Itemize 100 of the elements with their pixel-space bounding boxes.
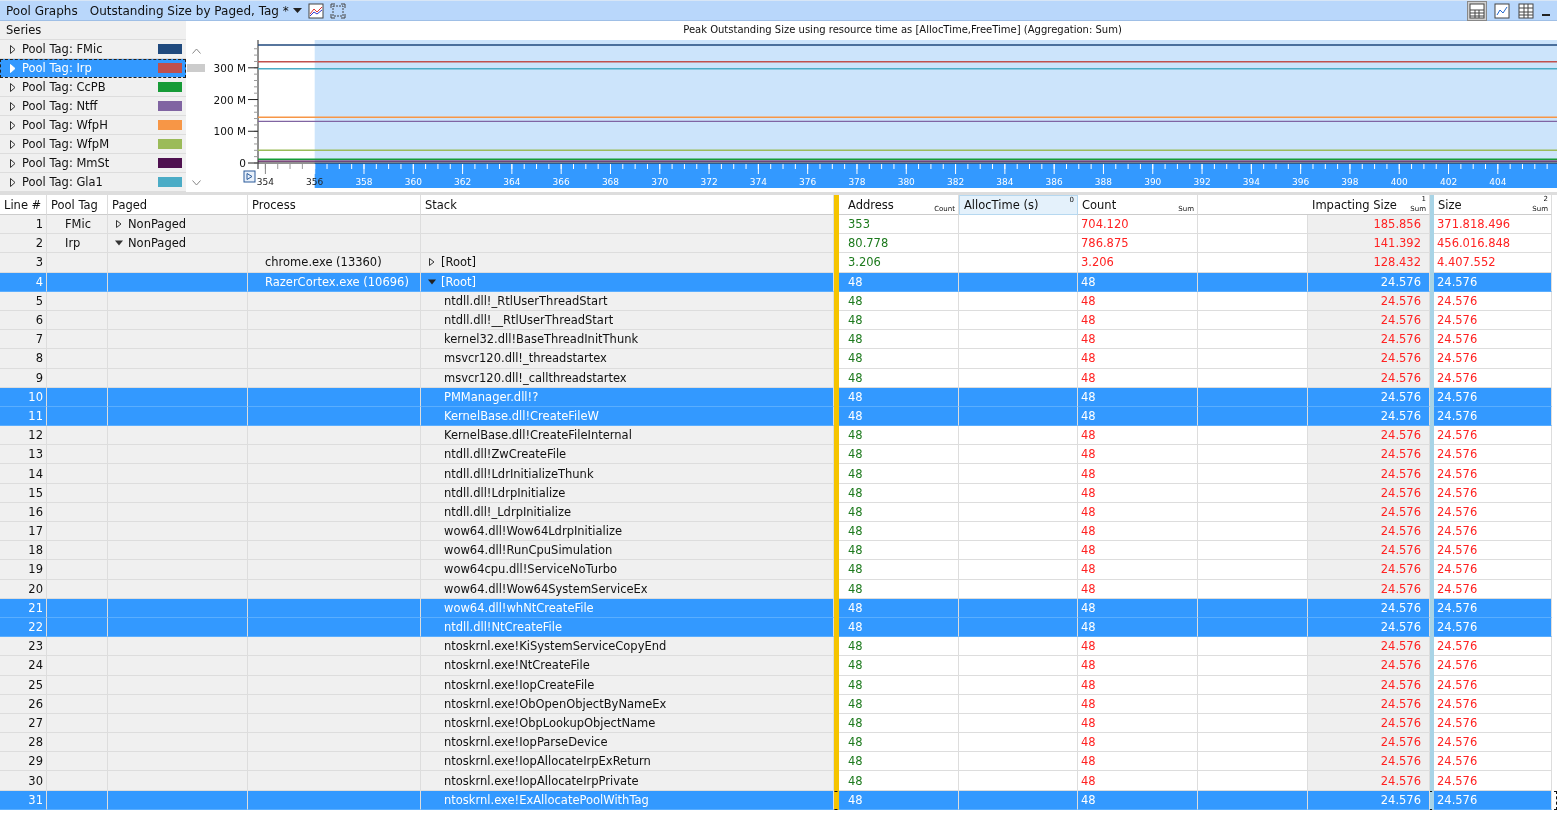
table-row[interactable]: 23 ntoskrnl.exe!KiSystemServiceCopyEnd 48 48 24.576 24.576: [0, 637, 1557, 657]
series-item[interactable]: Pool Tag: MmSt: [0, 154, 186, 173]
table-row[interactable]: 15 ntdll.dll!LdrpInitialize 48 48 24.576 24.576: [0, 483, 1557, 503]
table-row[interactable]: 9 msvcr120.dll!_callthreadstartex 48 48 24.576 24.576: [0, 368, 1557, 388]
table-cell: 48: [839, 330, 959, 350]
table-cell: 48: [1078, 579, 1198, 599]
table-row[interactable]: 27 ntoskrnl.exe!ObpLookupObjectName 48 48 24.576 24.576: [0, 713, 1557, 734]
table-cell: 48: [1078, 445, 1198, 465]
table-cell: 48: [839, 637, 959, 657]
series-item[interactable]: Pool Tag: CcPB: [0, 78, 186, 97]
table-cell: 24.576: [1434, 522, 1552, 542]
table-row[interactable]: 19 wow64cpu.dll!ServiceNoTurbo 48 48 24.576 24.576: [0, 560, 1557, 580]
x-tick-label: 382: [946, 177, 965, 187]
table-cell: 48: [839, 560, 959, 580]
graph-and-table-icon[interactable]: [1467, 0, 1487, 21]
table-row[interactable]: 8 msvcr120.dll!_threadstartex 48 48 24.576 24.576: [0, 349, 1557, 369]
table-row[interactable]: 6 ntdll.dll!__RtlUserThreadStart 48 48 24.576 24.576: [0, 310, 1557, 331]
table-cell: KernelBase.dll!CreateFileW: [421, 406, 834, 427]
scroll-down-icon[interactable]: [191, 180, 201, 186]
series-item[interactable]: Pool Tag: FMic: [0, 40, 186, 59]
y-tick-label: 300 M: [213, 61, 246, 74]
table-row[interactable]: 18 wow64.dll!RunCpuSimulation 48 48 24.576 24.576: [0, 541, 1557, 561]
x-tick-label: 370: [651, 177, 669, 187]
table-cell: [47, 253, 108, 273]
table-cell: 24.576: [1434, 272, 1552, 292]
table-cell: 24.576: [1434, 752, 1552, 772]
table-cell: 786.875: [1078, 234, 1198, 254]
table-cell: 24.576: [1308, 790, 1430, 810]
table-cell: 48: [839, 310, 959, 331]
table-cell: ntoskrnl.exe!ObpLookupObjectName: [421, 713, 834, 734]
table-cell: 24.576: [1308, 272, 1430, 292]
table-cell: 24.576: [1434, 541, 1552, 561]
graph-only-icon[interactable]: [1493, 1, 1511, 20]
series-item[interactable]: Pool Tag: WfpM: [0, 135, 186, 154]
table-row[interactable]: 1 FMic NonPaged 353 704.120 185.856 371.818.496: [0, 215, 1557, 235]
table-row[interactable]: 5 ntdll.dll!_RtlUserThreadStart 48 48 24.576 24.576: [0, 291, 1557, 311]
table-cell: 48: [839, 713, 959, 734]
table-cell: [47, 426, 108, 446]
scroll-thumb[interactable]: [187, 64, 205, 72]
expander-icon[interactable]: [115, 220, 123, 229]
table-cell: Irp: [47, 234, 108, 254]
table-cell: 3.206: [1078, 253, 1198, 273]
table-row[interactable]: 14 ntdll.dll!LdrInitializeThunk 48 48 24.576 24.576: [0, 464, 1557, 484]
table-cell: 48: [1078, 483, 1198, 503]
table-cell: 7: [0, 330, 47, 350]
table-row[interactable]: 7 kernel32.dll!BaseThreadInitThunk 48 48 24.576 24.576: [0, 330, 1557, 350]
table-row[interactable]: 12 KernelBase.dll!CreateFileInternal 48 48 24.576 24.576: [0, 426, 1557, 446]
series-item[interactable]: Pool Tag: WfpH: [0, 116, 186, 135]
table-row[interactable]: 16 ntdll.dll!_LdrpInitialize 48 48 24.576 24.576: [0, 502, 1557, 522]
table-cell: 48: [839, 522, 959, 542]
x-tick-label: 376: [799, 177, 817, 187]
series-item[interactable]: Pool Tag: Ntff: [0, 97, 186, 116]
table-cell: 48: [839, 733, 959, 753]
table-row[interactable]: 3 chrome.exe (13360) [Root] 3.206 3.206 128.432 4.407.552: [0, 253, 1557, 273]
table-cell: KernelBase.dll!CreateFileInternal: [421, 426, 834, 446]
table-row[interactable]: 28 ntoskrnl.exe!IopParseDevice 48 48 24.576 24.576: [0, 733, 1557, 753]
table-row[interactable]: 30 ntoskrnl.exe!IopAllocateIrpPrivate 48 48 24.576 24.576: [0, 771, 1557, 791]
expand-axis-icon[interactable]: [243, 170, 256, 183]
view-dropdown[interactable]: Outstanding Size by Paged, Tag *: [89, 3, 302, 18]
table-cell: 48: [839, 368, 959, 388]
table-row[interactable]: 20 wow64.dll!Wow64SystemServiceEx 48 48 24.576 24.576: [0, 579, 1557, 599]
expander-icon[interactable]: [428, 258, 436, 267]
x-tick-label: 362: [454, 177, 472, 187]
table-cell: 48: [1078, 272, 1198, 292]
table-cell: 24.576: [1308, 349, 1430, 369]
x-tick-label: 354: [256, 177, 274, 187]
table-cell: 24.576: [1308, 464, 1430, 484]
table-cell: FMic: [47, 215, 108, 235]
table-cell: 14: [0, 464, 47, 484]
expander-icon[interactable]: [115, 239, 123, 248]
table-row[interactable]: 2 Irp NonPaged 80.778 786.875 141.392 456.016.848: [0, 234, 1557, 254]
table-cell: ntoskrnl.exe!IopCreateFile: [421, 675, 834, 695]
table-cell: 456.016.848: [1434, 234, 1552, 254]
table-cell: 48: [839, 617, 959, 638]
expander-icon[interactable]: [428, 277, 436, 286]
table-row[interactable]: 29 ntoskrnl.exe!IopAllocateIrpExReturn 48 48 24.576 24.576: [0, 752, 1557, 772]
table-cell: 24.576: [1308, 713, 1430, 734]
table-cell: 24.576: [1434, 637, 1552, 657]
table-row[interactable]: 26 ntoskrnl.exe!ObOpenObjectByNameEx 48 48 24.576 24.576: [0, 694, 1557, 714]
x-tick-label: 388: [1094, 177, 1113, 187]
series-item[interactable]: Pool Tag: Gla1: [0, 173, 186, 192]
fit-view-icon[interactable]: [329, 2, 346, 19]
table-cell: 48: [1078, 426, 1198, 446]
table-cell: 48: [1078, 464, 1198, 484]
table-cell: 185.856: [1308, 215, 1430, 235]
table-cell: 29: [0, 752, 47, 772]
scroll-up-icon[interactable]: [191, 48, 201, 54]
table-only-icon[interactable]: [1517, 1, 1535, 20]
x-tick-label: 386: [1045, 177, 1063, 187]
table-row[interactable]: 25 ntoskrnl.exe!IopCreateFile 48 48 24.576 24.576: [0, 675, 1557, 695]
table-cell: 371.818.496: [1434, 215, 1552, 235]
table-row[interactable]: 24 ntoskrnl.exe!NtCreateFile 48 48 24.576 24.576: [0, 656, 1557, 676]
line-chart-icon[interactable]: [307, 2, 324, 19]
table-cell: 24.576: [1308, 733, 1430, 753]
table-cell: 24.576: [1434, 713, 1552, 734]
table-row[interactable]: 13 ntdll.dll!ZwCreateFile 48 48 24.576 24.576: [0, 445, 1557, 465]
x-tick-label: 368: [601, 177, 620, 187]
table-cell: 48: [839, 502, 959, 522]
table-row[interactable]: 17 wow64.dll!Wow64LdrpInitialize 48 48 24.576 24.576: [0, 522, 1557, 542]
table-cell: ntdll.dll!LdrpInitialize: [421, 483, 834, 503]
